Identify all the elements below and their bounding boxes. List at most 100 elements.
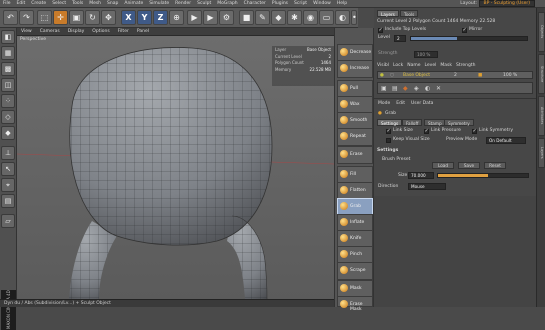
- direction-select[interactable]: Mouse: [408, 183, 446, 190]
- link-symmetry-checkbox[interactable]: [472, 128, 477, 134]
- tab-settings[interactable]: Settings: [377, 119, 403, 126]
- include-top-levels-checkbox[interactable]: [378, 27, 383, 33]
- menu-sculpt[interactable]: Sculpt: [194, 0, 214, 8]
- mirror-checkbox[interactable]: [462, 27, 467, 33]
- make-editable-icon[interactable]: ◧: [1, 30, 15, 44]
- render-view-icon[interactable]: ▶: [187, 10, 202, 25]
- layout-selector[interactable]: Layout: BP - Sculpting (User): [460, 0, 535, 8]
- link-pressure-checkbox[interactable]: [424, 128, 429, 134]
- layout-value[interactable]: BP - Sculpting (User): [478, 0, 535, 7]
- brush-increase[interactable]: Increase: [337, 60, 373, 78]
- tab-falloff[interactable]: Falloff: [402, 119, 423, 126]
- tab-objects[interactable]: Objects: [538, 12, 545, 52]
- menu-window[interactable]: Window: [310, 0, 334, 8]
- menu-file[interactable]: File: [0, 0, 14, 8]
- subdivision-icon[interactable]: ◆: [271, 10, 286, 25]
- lock-icon[interactable]: ◌: [390, 73, 394, 78]
- perspective-viewport[interactable]: Perspective Layer Base Object Current Lev…: [17, 36, 334, 299]
- brush-repeat[interactable]: Repeat: [337, 128, 373, 146]
- workplane-icon[interactable]: ◫: [1, 78, 15, 92]
- brush-erase[interactable]: Erase: [337, 146, 373, 164]
- recent-tools-icon[interactable]: ✥: [101, 10, 116, 25]
- menu-mograph[interactable]: MoGraph: [214, 0, 240, 8]
- points-mode-icon[interactable]: ⁘: [1, 94, 15, 108]
- layer-mask-icon[interactable]: ■: [478, 73, 482, 78]
- render-settings-icon[interactable]: ⚙: [219, 10, 234, 25]
- viewport-menu-display[interactable]: Display: [64, 28, 89, 36]
- menu-create[interactable]: Create: [28, 0, 49, 8]
- layer-name[interactable]: Base Object: [403, 73, 430, 78]
- menu-snap[interactable]: Snap: [104, 0, 121, 8]
- level-input[interactable]: 2: [394, 35, 406, 42]
- z-axis-button[interactable]: Z: [153, 10, 168, 25]
- redo-icon[interactable]: ↷: [19, 10, 34, 25]
- cube-icon[interactable]: ■: [239, 10, 254, 25]
- y-axis-button[interactable]: Y: [137, 10, 152, 25]
- planar-workplane-icon[interactable]: ▱: [1, 214, 15, 228]
- edges-mode-icon[interactable]: ◇: [1, 110, 15, 124]
- strength-input[interactable]: 100 %: [414, 51, 438, 58]
- array-icon[interactable]: ✱: [287, 10, 302, 25]
- brush-scrape[interactable]: Scrape: [337, 262, 373, 280]
- tab-layers[interactable]: Layers: [377, 10, 399, 17]
- viewport-menu-panel[interactable]: Panel: [133, 28, 153, 36]
- layer-row-base-object[interactable]: ● ◌ Base Object 2 ■ 100 %: [377, 71, 533, 79]
- menu-script[interactable]: Script: [291, 0, 310, 8]
- save-button[interactable]: Save: [458, 162, 480, 169]
- add-folder-icon[interactable]: ▤: [392, 85, 398, 92]
- menu-tools[interactable]: Tools: [69, 0, 86, 8]
- tab-symmetry[interactable]: Symmetry: [444, 119, 474, 126]
- undo-icon[interactable]: ↶: [3, 10, 18, 25]
- tab-stamp[interactable]: Stamp: [424, 119, 446, 126]
- tab-structure[interactable]: Structure: [538, 54, 545, 94]
- menu-help[interactable]: Help: [334, 0, 350, 8]
- attr-menu-mode[interactable]: Mode: [378, 101, 390, 106]
- load-button[interactable]: Load: [432, 162, 454, 169]
- reset-button[interactable]: Reset: [484, 162, 506, 169]
- delete-icon[interactable]: ✕: [436, 85, 441, 92]
- menu-mesh[interactable]: Mesh: [86, 0, 104, 8]
- size-input[interactable]: 70.000: [408, 172, 434, 179]
- floor-icon[interactable]: ▭: [319, 10, 334, 25]
- locked-workplane-icon[interactable]: ▤: [1, 194, 15, 208]
- model-mode-icon[interactable]: ▦: [1, 46, 15, 60]
- deformer-icon[interactable]: ◉: [303, 10, 318, 25]
- tab-attributes[interactable]: Attributes: [538, 96, 545, 136]
- viewport-menu-view[interactable]: View: [17, 28, 36, 36]
- viewport-menu-cameras[interactable]: Cameras: [36, 28, 64, 36]
- attr-menu-user-data[interactable]: User Data: [411, 101, 433, 106]
- texture-mode-icon[interactable]: ▩: [1, 62, 15, 76]
- link-size-checkbox[interactable]: [386, 128, 391, 134]
- enable-snap-icon[interactable]: ⌖: [1, 178, 15, 192]
- tab-tools[interactable]: Tools: [400, 10, 419, 17]
- preview-mode-select[interactable]: On Default: [486, 137, 526, 144]
- viewport-menu-filter[interactable]: Filter: [114, 28, 133, 36]
- x-axis-button[interactable]: X: [121, 10, 136, 25]
- subdivide-icon[interactable]: ◆: [403, 85, 408, 92]
- menu-plugins[interactable]: Plugins: [269, 0, 291, 8]
- menu-simulate[interactable]: Simulate: [146, 0, 172, 8]
- live-selection-icon[interactable]: ⬚: [37, 10, 52, 25]
- scale-icon[interactable]: ▣: [69, 10, 84, 25]
- tweak-mode-icon[interactable]: ↖: [1, 162, 15, 176]
- camera-icon[interactable]: ◐: [335, 10, 350, 25]
- tab-layers-side[interactable]: Layers: [538, 138, 545, 168]
- pen-icon[interactable]: ✎: [255, 10, 270, 25]
- menu-render[interactable]: Render: [172, 0, 194, 8]
- menu-character[interactable]: Character: [241, 0, 269, 8]
- attr-menu-edit[interactable]: Edit: [396, 101, 405, 106]
- keep-visual-size-checkbox[interactable]: [386, 138, 391, 143]
- level-slider[interactable]: [410, 36, 528, 41]
- rotate-icon[interactable]: ↻: [85, 10, 100, 25]
- move-icon[interactable]: ✛: [53, 10, 68, 25]
- render-picture-viewer-icon[interactable]: ▶: [203, 10, 218, 25]
- viewport-menu-options[interactable]: Options: [88, 28, 113, 36]
- axis-mode-icon[interactable]: ⊥: [1, 146, 15, 160]
- visible-icon[interactable]: ●: [380, 73, 384, 78]
- menu-select[interactable]: Select: [49, 0, 69, 8]
- light-icon[interactable]: •: [351, 10, 357, 25]
- size-slider[interactable]: [437, 173, 529, 178]
- mirror-icon[interactable]: ◐: [425, 85, 430, 92]
- coordinate-system-icon[interactable]: ⊕: [169, 10, 184, 25]
- brush-erase-mask[interactable]: Erase Mask: [337, 296, 373, 312]
